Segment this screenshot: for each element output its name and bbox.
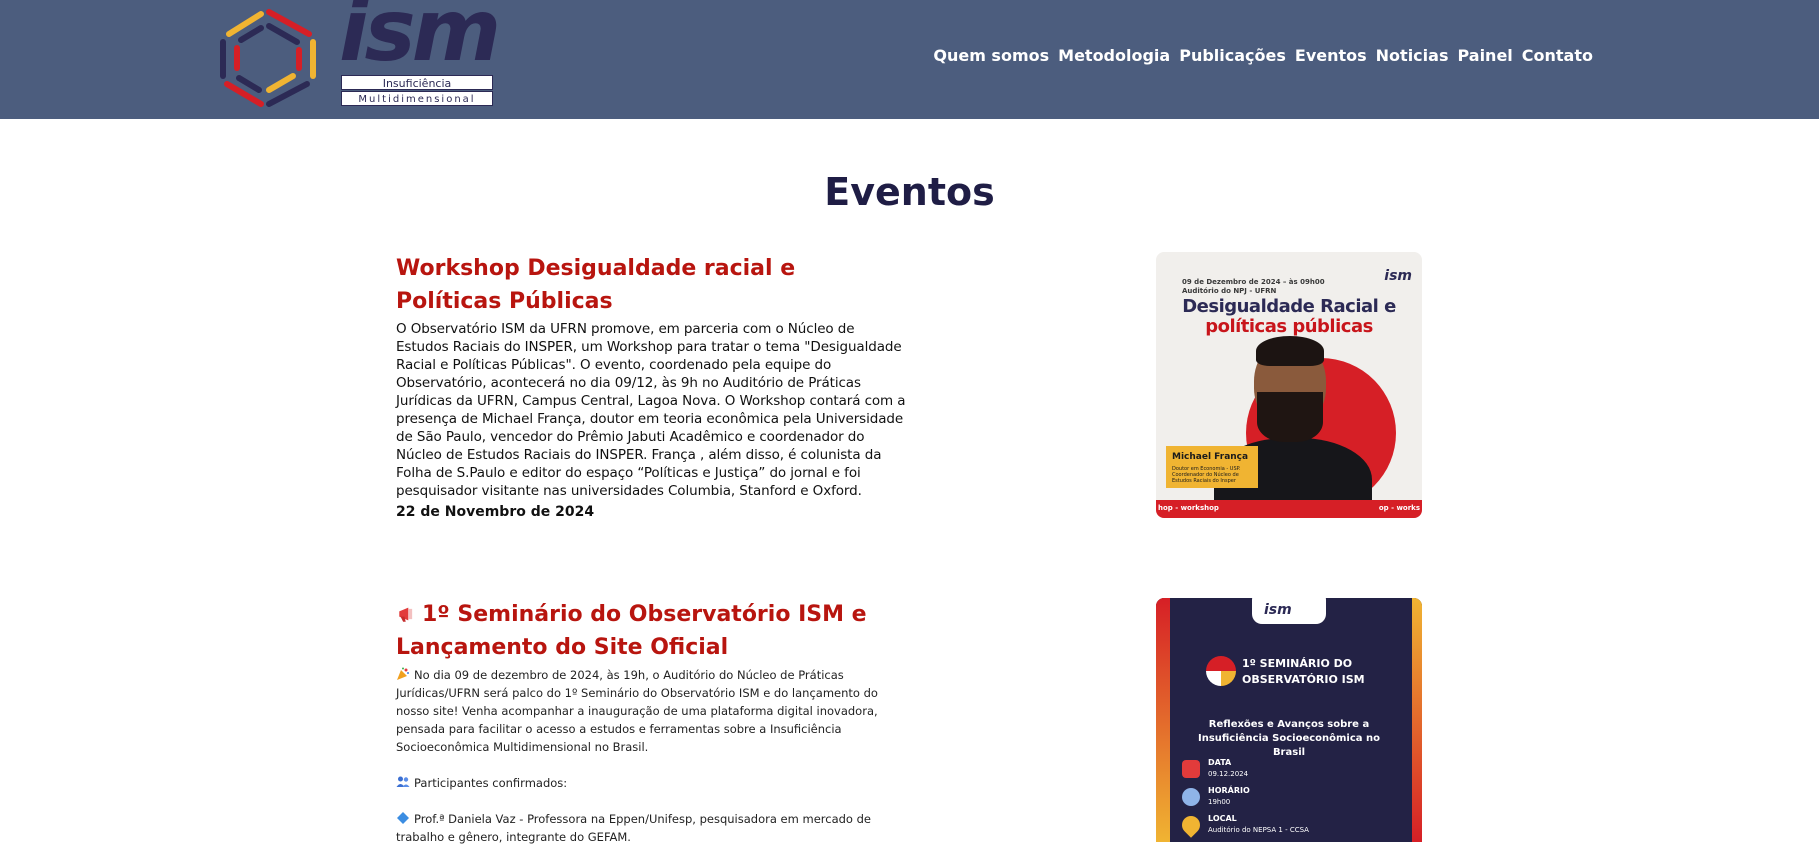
poster-speaker-desc: Doutor em Economia - USP. Coordenador do… [1172,466,1241,484]
ism-logo[interactable]: ism Insuficiência Socioeconômica Multidi… [213,0,501,110]
logo-subtitle-line1: Insuficiência Socioeconômica [341,75,493,105]
logo-wordmark: ism [339,0,501,81]
poster-speaker-name: Michael França [1172,452,1249,462]
poster-brand-logo: ism [1264,602,1292,618]
poster-subtitle: Reflexões e Avanços sobre a Insuficiênci… [1197,719,1381,758]
nav-metodologia[interactable]: Metodologia [1058,46,1170,65]
party-popper-icon [397,667,409,680]
poster-date-line: 09 de Dezembro de 2024 – às 09h00 Auditó… [1182,278,1325,295]
event-title[interactable]: 1º Seminário do Observatório ISM e Lança… [396,598,908,664]
event-poster-image[interactable]: ism 1º SEMINÁRIO DO OBSERVATÓRIO ISM Ref… [1156,598,1422,842]
site-header: ism Insuficiência Socioeconômica Multidi… [0,0,1819,119]
poster-title-line1: Desigualdade Racial e [1182,296,1396,317]
event-item: 1º Seminário do Observatório ISM e Lança… [396,598,908,864]
logo-subtitle-line2: Multidimensional [341,91,493,106]
poster-speaker-hair [1256,336,1324,366]
poster-info-value: Auditório do NEPSA 1 - CCSA [1208,826,1309,834]
event-description: O Observatório ISM da UFRN promove, em p… [396,321,906,499]
nav-eventos[interactable]: Eventos [1295,46,1367,65]
event-poster-image[interactable]: 09 de Dezembro de 2024 – às 09h00 Auditó… [1156,252,1422,518]
event-description: No dia 09 de dezembro de 2024, às 19h, o… [396,666,908,846]
poster-speaker-beard [1257,392,1323,442]
nav-quem-somos[interactable]: Quem somos [933,46,1049,65]
event-paragraph-3: Prof.ª Daniela Vaz - Professora na Eppen… [396,812,871,844]
event-title-text: 1º Seminário do Observatório ISM e Lança… [396,602,867,660]
blue-diamond-icon [397,812,409,824]
ism-logo-ring-icon [220,9,316,107]
event-item: Workshop Desigualdade racial e Políticas… [396,252,908,520]
location-pin-icon [1178,812,1204,838]
poster-info-value: 09.12.2024 [1208,770,1249,778]
poster-strip-text-right: op - works [1378,504,1420,512]
nav-painel[interactable]: Painel [1457,46,1512,65]
poster-info-label: HORÁRIO [1208,786,1250,795]
main-nav: Quem somos Metodologia Publicações Event… [933,46,1593,65]
poster-info-label: LOCAL [1208,814,1237,823]
poster-brand-logo: ism [1384,268,1412,284]
calendar-icon [1182,760,1200,778]
poster-info-label: DATA [1208,758,1232,767]
page-title: Eventos [824,170,995,214]
megaphone-icon [399,607,413,622]
nav-publicacoes[interactable]: Publicações [1179,46,1286,65]
poster-info-value: 19h00 [1208,798,1231,806]
nav-contato[interactable]: Contato [1522,46,1593,65]
poster-heading: 1º SEMINÁRIO DO OBSERVATÓRIO ISM [1242,657,1365,686]
poster-seminar-badge-icon [1206,656,1236,686]
event-date: 22 de Novembro de 2024 [396,504,595,520]
poster-strip-text-left: hop - workshop [1158,504,1219,512]
event-paragraph-1: No dia 09 de dezembro de 2024, às 19h, o… [396,668,878,754]
nav-noticias[interactable]: Noticias [1376,46,1449,65]
event-paragraph-2: Participantes confirmados: [414,776,568,790]
people-icon [396,776,410,787]
poster-title-line2: políticas públicas [1205,316,1373,337]
clock-icon [1182,788,1200,806]
event-title[interactable]: Workshop Desigualdade racial e Políticas… [396,252,908,318]
